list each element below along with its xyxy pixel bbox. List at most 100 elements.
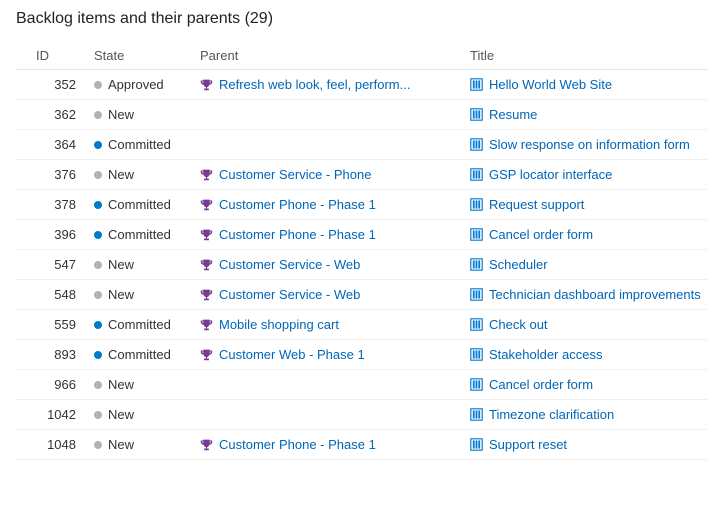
- table-row[interactable]: 396 Committed Customer Phone - Phase 1 Ca…: [16, 220, 708, 250]
- parent-cell: Customer Service - Web: [196, 250, 466, 280]
- title-link[interactable]: Resume: [489, 107, 537, 122]
- state-dot-icon: [94, 231, 102, 239]
- table-row[interactable]: 966 New Cancel order form: [16, 370, 708, 400]
- parent-link[interactable]: Mobile shopping cart: [219, 317, 339, 332]
- row-gutter: [16, 310, 32, 340]
- title-link[interactable]: Cancel order form: [489, 377, 593, 392]
- table-row[interactable]: 376New Customer Service - Phone GSP loca…: [16, 160, 708, 190]
- table-row[interactable]: 352Approved Refresh web look, feel, perf…: [16, 70, 708, 100]
- parent-link[interactable]: Customer Phone - Phase 1: [219, 197, 376, 212]
- parent-link[interactable]: Customer Web - Phase 1: [219, 347, 365, 362]
- title-link[interactable]: Hello World Web Site: [489, 77, 612, 92]
- backlog-item-icon: [470, 378, 483, 391]
- state-label: Committed: [108, 137, 171, 152]
- title-cell: Hello World Web Site: [466, 70, 708, 100]
- state-cell: New: [90, 250, 196, 280]
- trophy-icon: [200, 168, 213, 181]
- id-cell: 893: [32, 340, 90, 370]
- parent-link[interactable]: Customer Service - Web: [219, 257, 360, 272]
- title-link[interactable]: Technician dashboard improvements: [489, 287, 701, 302]
- table-row[interactable]: 1048New Customer Phone - Phase 1 Support…: [16, 430, 708, 460]
- col-header-id[interactable]: ID: [32, 42, 90, 70]
- col-header-state[interactable]: State: [90, 42, 196, 70]
- state-dot-icon: [94, 381, 102, 389]
- state-label: Committed: [108, 197, 171, 212]
- title-link[interactable]: Stakeholder access: [489, 347, 602, 362]
- parent-link[interactable]: Customer Phone - Phase 1: [219, 437, 376, 452]
- id-cell: 966: [32, 370, 90, 400]
- title-cell: Cancel order form: [466, 370, 708, 400]
- id-cell: 396: [32, 220, 90, 250]
- title-link[interactable]: Support reset: [489, 437, 567, 452]
- id-cell: 378: [32, 190, 90, 220]
- parent-cell: [196, 370, 466, 400]
- title-cell: Cancel order form: [466, 220, 708, 250]
- state-cell: New: [90, 370, 196, 400]
- state-label: New: [108, 377, 134, 392]
- title-link[interactable]: Request support: [489, 197, 584, 212]
- parent-cell: Customer Phone - Phase 1: [196, 220, 466, 250]
- title-link[interactable]: Scheduler: [489, 257, 548, 272]
- title-link[interactable]: Cancel order form: [489, 227, 593, 242]
- state-label: New: [108, 437, 134, 452]
- table-row[interactable]: 893 Committed Customer Web - Phase 1 Stak…: [16, 340, 708, 370]
- id-cell: 352: [32, 70, 90, 100]
- backlog-item-icon: [470, 78, 483, 91]
- parent-link[interactable]: Customer Service - Web: [219, 287, 360, 302]
- state-dot-icon: [94, 111, 102, 119]
- row-gutter: [16, 130, 32, 160]
- backlog-item-icon: [470, 258, 483, 271]
- parent-cell: Refresh web look, feel, perform...: [196, 70, 466, 100]
- col-header-parent[interactable]: Parent: [196, 42, 466, 70]
- id-cell: 1042: [32, 400, 90, 430]
- table-row[interactable]: 362New Resume: [16, 100, 708, 130]
- parent-link[interactable]: Refresh web look, feel, perform...: [219, 77, 410, 92]
- trophy-icon: [200, 198, 213, 211]
- parent-link[interactable]: Customer Phone - Phase 1: [219, 227, 376, 242]
- trophy-icon: [200, 348, 213, 361]
- state-cell: New: [90, 160, 196, 190]
- trophy-icon: [200, 288, 213, 301]
- table-row[interactable]: 364Committed Slow response on informatio…: [16, 130, 708, 160]
- title-cell: Technician dashboard improvements: [466, 280, 708, 310]
- state-label: Committed: [108, 347, 171, 362]
- row-gutter: [16, 370, 32, 400]
- trophy-icon: [200, 228, 213, 241]
- state-dot-icon: [94, 81, 102, 89]
- state-dot-icon: [94, 441, 102, 449]
- table-header-row: ID State Parent Title: [16, 42, 708, 70]
- state-dot-icon: [94, 201, 102, 209]
- id-cell: 548: [32, 280, 90, 310]
- row-gutter: [16, 160, 32, 190]
- row-gutter: [16, 340, 32, 370]
- parent-cell: [196, 130, 466, 160]
- backlog-item-icon: [470, 348, 483, 361]
- trophy-icon: [200, 258, 213, 271]
- parent-cell: Customer Service - Web: [196, 280, 466, 310]
- id-cell: 559: [32, 310, 90, 340]
- title-link[interactable]: Slow response on information form: [489, 137, 690, 152]
- table-row[interactable]: 547New Customer Service - Web Scheduler: [16, 250, 708, 280]
- parent-cell: Customer Service - Phone: [196, 160, 466, 190]
- title-link[interactable]: Check out: [489, 317, 548, 332]
- table-row[interactable]: 378 Committed Customer Phone - Phase 1 Re…: [16, 190, 708, 220]
- state-label: Committed: [108, 227, 171, 242]
- state-dot-icon: [94, 411, 102, 419]
- state-cell: New: [90, 280, 196, 310]
- trophy-icon: [200, 438, 213, 451]
- title-link[interactable]: Timezone clarification: [489, 407, 614, 422]
- page-title: Backlog items and their parents (29): [16, 10, 708, 28]
- table-row[interactable]: 548New Customer Service - Web Technician…: [16, 280, 708, 310]
- title-cell: Slow response on information form: [466, 130, 708, 160]
- parent-cell: Customer Phone - Phase 1: [196, 190, 466, 220]
- parent-link[interactable]: Customer Service - Phone: [219, 167, 371, 182]
- table-row[interactable]: 1042New Timezone clarification: [16, 400, 708, 430]
- state-label: New: [108, 167, 134, 182]
- backlog-table: ID State Parent Title 352Approved Refres…: [16, 42, 708, 460]
- trophy-icon: [200, 318, 213, 331]
- table-row[interactable]: 559Committed Mobile shopping cart Check …: [16, 310, 708, 340]
- backlog-item-icon: [470, 288, 483, 301]
- state-cell: Approved: [90, 70, 196, 100]
- title-link[interactable]: GSP locator interface: [489, 167, 612, 182]
- col-header-title[interactable]: Title: [466, 42, 708, 70]
